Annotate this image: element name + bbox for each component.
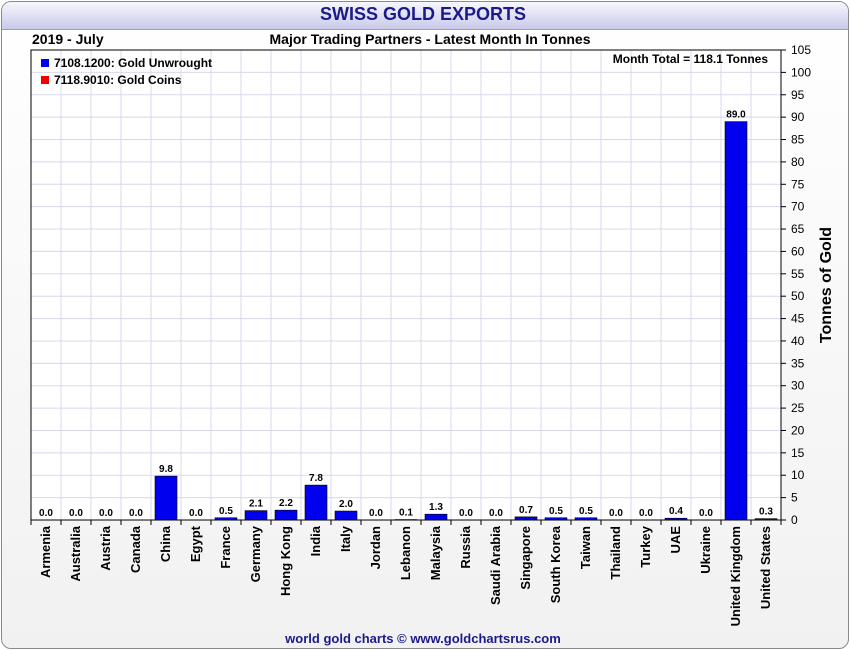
bar-south-korea (544, 517, 568, 521)
data-label: 0.0 (39, 508, 53, 519)
data-label: 0.4 (669, 506, 683, 517)
bar-india (304, 484, 328, 521)
data-label: 1.3 (429, 502, 443, 513)
data-label: 2.2 (279, 498, 293, 509)
data-label: 0.0 (459, 508, 473, 519)
y-tick-label: 85 (791, 133, 805, 147)
data-label: 0.5 (579, 506, 593, 517)
x-tick-label: Austria (98, 525, 113, 571)
bar-united-states (754, 518, 778, 521)
data-label: 0.3 (759, 507, 773, 518)
y-tick-label: 30 (791, 379, 805, 393)
data-label: 0.5 (549, 506, 563, 517)
data-label: 0.0 (369, 508, 383, 519)
y-tick-label: 60 (791, 244, 805, 258)
x-tick-label: Singapore (518, 526, 533, 590)
y-tick-label: 90 (791, 110, 805, 124)
data-label: 0.7 (519, 505, 533, 516)
y-tick-label: 5 (791, 491, 798, 505)
data-label: 0.0 (699, 508, 713, 519)
y-tick-label: 0 (791, 513, 798, 527)
x-tick-label: Hong Kong (278, 526, 293, 596)
y-axis-label: Tonnes of Gold (818, 226, 835, 344)
legend: 7108.1200: Gold Unwrought 7118.9010: Gol… (41, 54, 212, 88)
x-tick-label: Canada (128, 525, 143, 573)
y-tick-label: 100 (791, 65, 811, 79)
x-tick-label: Jordan (368, 526, 383, 569)
x-tick-label: India (308, 525, 323, 556)
legend-label-unwrought: 7108.1200: Gold Unwrought (54, 55, 213, 70)
bar-france (214, 517, 238, 521)
x-tick-label: Taiwan (578, 526, 593, 569)
x-tick-label: United Kingdom (728, 526, 743, 626)
y-tick-label: 80 (791, 155, 805, 169)
bar-germany (244, 510, 268, 521)
y-tick-label: 10 (791, 468, 805, 482)
data-label: 7.8 (309, 473, 323, 484)
legend-item-unwrought: 7108.1200: Gold Unwrought (41, 54, 212, 71)
legend-item-coins: 7118.9010: Gold Coins (41, 71, 212, 88)
x-tick-label: United States (758, 526, 773, 609)
y-tick-label: 75 (791, 177, 805, 191)
x-tick-label: China (158, 525, 173, 562)
footer-credit: world gold charts © www.goldchartsrus.co… (285, 631, 561, 646)
bar-malaysia (424, 513, 448, 521)
plot-area (31, 50, 781, 520)
chart-svg: 0 5 10 15 20 25 30 35 40 45 50 55 60 65 70 75 80 85 90 95 10… (30, 43, 811, 626)
data-label: 89.0 (726, 110, 746, 121)
bar-singapore (514, 516, 538, 521)
x-tick-label: Ukraine (698, 526, 713, 574)
data-label: 2.1 (249, 499, 263, 510)
data-label: 0.1 (399, 508, 413, 519)
x-tick-label: Thailand (608, 526, 623, 580)
y-tick-label: 70 (791, 200, 805, 214)
y-tick-label: 55 (791, 267, 805, 281)
data-label: 0.0 (129, 508, 143, 519)
y-tick-label: 20 (791, 423, 805, 437)
y-tick-label: 40 (791, 334, 805, 348)
data-label: 0.0 (69, 508, 83, 519)
data-label: 2.0 (339, 499, 353, 510)
y-tick-label: 65 (791, 222, 805, 236)
data-label: 0.0 (609, 508, 623, 519)
data-label: 0.5 (219, 506, 233, 517)
y-tick-label: 25 (791, 401, 805, 415)
x-tick-label: Germany (248, 525, 263, 582)
data-label: 0.0 (489, 508, 503, 519)
legend-swatch-coins (41, 75, 49, 84)
y-tick-label: 15 (791, 446, 805, 460)
bar-uae (664, 517, 688, 521)
x-tick-label: Russia (458, 525, 473, 568)
x-tick-label: Australia (68, 525, 83, 581)
data-label: 0.0 (99, 508, 113, 519)
x-tick-label: Armenia (38, 525, 53, 578)
y-tick-label: 35 (791, 356, 805, 370)
x-tick-label: Lebanon (398, 526, 413, 580)
bar-hong-kong (274, 509, 298, 521)
legend-swatch-unwrought (41, 58, 49, 67)
bar-taiwan (574, 517, 598, 521)
y-tick-label: 50 (791, 289, 805, 303)
x-tick-label: Italy (338, 525, 353, 552)
bar-china (154, 475, 178, 521)
y-tick-label: 95 (791, 88, 805, 102)
data-label: 9.8 (159, 464, 173, 475)
x-tick-label: France (218, 526, 233, 569)
data-label: 0.0 (639, 508, 653, 519)
data-label: 0.0 (189, 508, 203, 519)
y-tick-label: 45 (791, 312, 805, 326)
x-tick-label: Turkey (638, 525, 653, 567)
y-tick-label: 105 (791, 43, 811, 57)
month-total: Month Total = 118.1 Tonnes (612, 52, 768, 66)
x-tick-label: Saudi Arabia (488, 525, 503, 605)
x-tick-label: UAE (668, 526, 683, 554)
legend-label-coins: 7118.9010: Gold Coins (54, 72, 182, 87)
x-tick-label: Malaysia (428, 525, 443, 580)
bar-italy (334, 510, 358, 521)
x-tick-label: South Korea (548, 525, 563, 603)
x-tick-label: Egypt (188, 525, 203, 562)
bar-united-kingdom (724, 121, 748, 521)
